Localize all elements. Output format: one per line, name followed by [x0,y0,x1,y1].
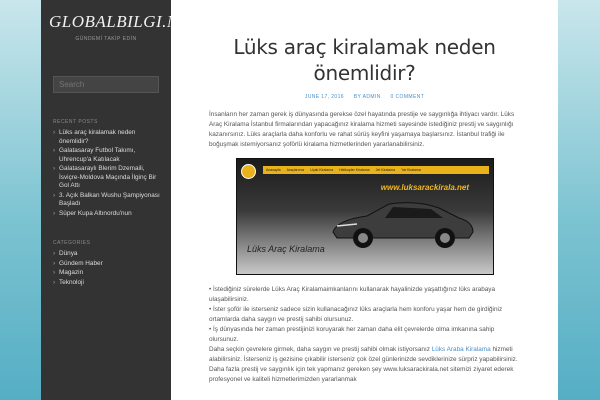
post-author[interactable]: BY ADMIN [354,94,381,100]
category-link[interactable]: Magazin [53,269,163,278]
category-link[interactable]: Gündem Haber [53,260,163,269]
image-caption: Lüks Araç Kiralama [247,244,325,254]
recent-posts-list: Lüks araç kiralamak neden önemlidir? Gal… [53,129,163,218]
image-menu-bar: Anasayfa Araçlarımız Uçak Kiralama Helik… [263,166,489,174]
category-link[interactable]: Teknoloji [53,279,163,288]
post-intro: İnsanların her zaman gerek iş dünyasında… [209,111,515,148]
categories-list: Dünya Gündem Haber Magazin Teknoloji [53,250,163,287]
post-image: Anasayfa Araçlarımız Uçak Kiralama Helik… [236,158,494,275]
image-menu-item: Anasayfa [266,168,281,172]
recent-post-link[interactable]: Lüks araç kiralamak neden önemlidir? [53,129,163,146]
recent-post-link[interactable]: Süper Kupa Altınordu'nun [53,210,163,219]
site-title[interactable]: GLOBALBILGI.NET [49,12,199,32]
recent-posts-title: RECENT POSTS [53,119,98,125]
car-icon [332,202,474,248]
image-menu-item: Uçak Kiralama [310,168,334,172]
bullet-item: • İster şoför ile isterseniz sadece sizi… [209,306,503,323]
post-paragraph: Daha seçkin çevrelere girmek, daha saygı… [209,345,520,385]
image-menu-item: Jet Kiralama [375,168,396,172]
paragraph-text: Daha seçkin çevrelere girmek, daha saygı… [209,346,432,353]
logo-icon [241,164,256,179]
image-menu-item: Helikopter Kiralama [339,168,370,172]
bullet-item: • İstediğiniz sürelerde Lüks Araç Kirala… [209,286,496,303]
image-menu-item: Yat Kiralama [401,168,421,172]
image-menu-item: Araçlarımız [286,168,305,172]
recent-post-link[interactable]: 3. Açık Balkan Wushu Şampiyonası Başladı [53,192,163,209]
post-bullets: • İstediğiniz sürelerde Lüks Araç Kirala… [209,285,520,345]
image-url-text: www.luksarackirala.net [380,183,469,192]
post-title: Lüks araç kiralamak neden önemlidir? [233,35,496,85]
post-date[interactable]: JUNE 17, 2016 [305,94,344,100]
search-input[interactable] [53,76,159,93]
site-tagline: GÜNDEMİ TAKİP EDİN [75,36,137,42]
post-comments[interactable]: 0 COMMENT [391,94,425,100]
recent-post-link[interactable]: Galatasaraylı Blerim Dzemaili, İsviçre-M… [53,165,163,191]
categories-title: CATEGORIES [53,240,91,246]
bullet-item: • İş dünyasında her zaman prestijinizi k… [209,326,495,343]
luks-araba-kiralama-link[interactable]: Lüks Araba Kiralama [432,346,491,353]
recent-post-link[interactable]: Galatasaray Futbol Takımı, Uhrencup'a Ka… [53,147,163,164]
post-content: Lüks araç kiralamak neden önemlidir? JUN… [171,0,558,400]
category-link[interactable]: Dünya [53,250,163,259]
sidebar: GLOBALBILGI.NET GÜNDEMİ TAKİP EDİN RECEN… [41,0,199,400]
post-meta: JUNE 17, 2016 BY ADMIN 0 COMMENT [209,94,520,100]
